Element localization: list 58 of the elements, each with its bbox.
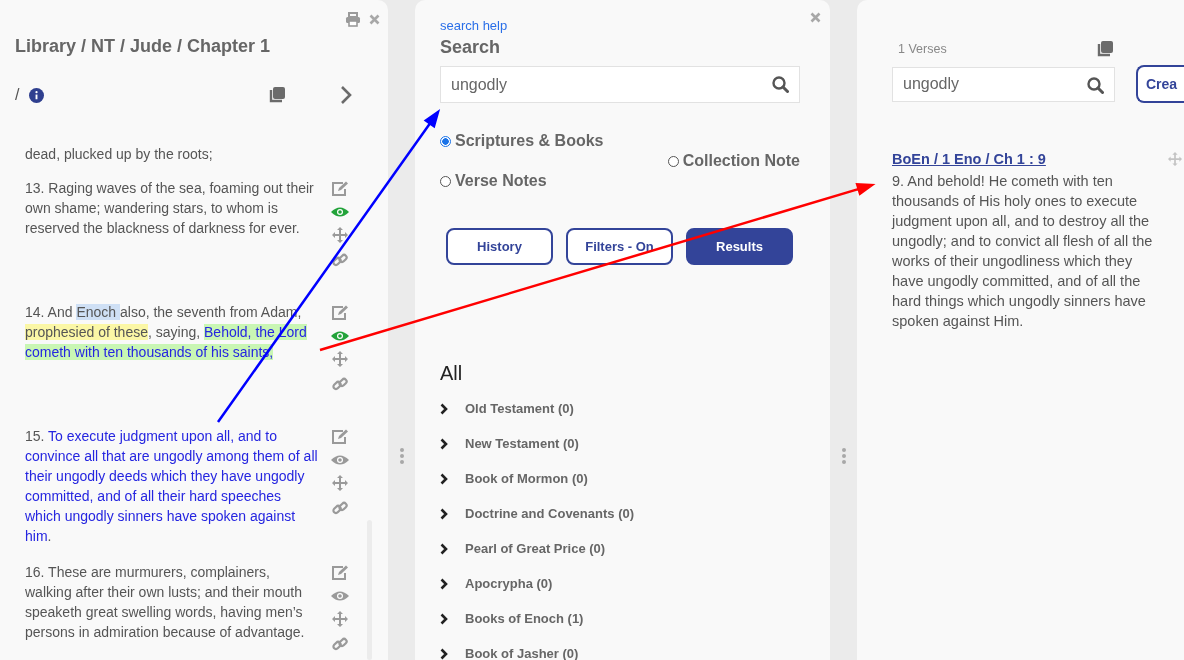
close-icon[interactable] [810, 12, 821, 23]
filter-field[interactable]: ungodly [893, 67, 1114, 101]
scope-radio[interactable]: Verse Notes [440, 171, 668, 191]
copy-icon[interactable] [1096, 40, 1114, 58]
chevron-icon[interactable] [440, 612, 448, 625]
verse-count: 1 Verses [897, 42, 947, 56]
tree-item[interactable]: Book of Jasher (0) [440, 636, 800, 660]
path-separator: / [15, 86, 20, 104]
view-tab[interactable]: Filters - On [566, 228, 673, 265]
copy-icon[interactable] [268, 86, 286, 104]
search-title: Search [440, 37, 502, 58]
tree-item[interactable]: Book of Mormon (0) [440, 461, 800, 496]
search-icon[interactable] [1087, 76, 1104, 94]
tree-item[interactable]: Old Testament (0) [440, 391, 800, 426]
view-tab[interactable]: History [446, 228, 553, 265]
tree-item[interactable]: Apocrypha (0) [440, 566, 800, 601]
search-icon[interactable] [772, 76, 789, 93]
breadcrumb: Library / NT / Jude / Chapter 1 [15, 36, 272, 57]
tree-item[interactable]: Doctrine and Covenants (0) [440, 496, 800, 531]
verse-text: dead, plucked up by the roots; [24, 145, 214, 164]
resize-handle[interactable] [399, 448, 404, 464]
chevron-icon[interactable] [440, 507, 448, 520]
scope-radio[interactable]: Scriptures & Books [440, 131, 668, 151]
chevron-icon[interactable] [440, 577, 448, 590]
verse-text: 13. Raging waves of the sea, foaming out their own shame; wandering stars, to whom is reserved the blackness of darkness for ever. [24, 179, 315, 238]
eye-icon[interactable] [331, 454, 350, 466]
eye-icon[interactable] [331, 590, 350, 602]
chevron-icon[interactable] [440, 437, 448, 450]
edit-icon[interactable] [331, 181, 350, 197]
chevron-icon[interactable] [440, 647, 448, 660]
verse-text: 15. To execute judgment upon all, and to convince all that are ungodly among them of all their ungodly deeds which they have ungodly committed, and of all their hard speeches which ungodly sinners have spoken against him. [24, 427, 319, 546]
tree-item[interactable]: Books of Enoch (1) [440, 601, 800, 636]
edit-icon[interactable] [331, 429, 350, 445]
create-button[interactable]: Crea [1136, 65, 1184, 103]
tree-item[interactable]: Pearl of Great Price (0) [440, 531, 800, 566]
view-tab[interactable]: Results [686, 228, 793, 265]
close-icon[interactable] [369, 14, 380, 25]
verse-text: 16. These are murmurers, complainers, walking after their own lusts; and their mouth speaketh great swelling words, having men’s persons in admiration because of advantage. [24, 563, 306, 642]
chevron-icon[interactable] [440, 402, 448, 415]
tree-heading: All [440, 362, 464, 385]
verse-reference-link[interactable]: BoEn / 1 Eno / Ch 1 : 9 [892, 151, 1046, 167]
verse-text: 9. And behold! He cometh with ten thousands of His holy ones to execute judgment upon all, and to destroy all the ungodly; and to convict all flesh of all the works of their ungodliness which they have ungodly committed, and of all the hard things which ungodly sinners have spoken against Him. [892, 172, 1154, 331]
link-icon[interactable] [332, 252, 349, 268]
print-icon[interactable] [345, 12, 361, 27]
search-field[interactable]: ungodly [441, 67, 799, 102]
tree-item[interactable]: New Testament (0) [440, 426, 800, 461]
eye-icon[interactable] [331, 206, 350, 218]
chevron-icon[interactable] [440, 542, 448, 555]
search-help-link[interactable]: search help [440, 18, 508, 33]
chevron-right-icon[interactable] [340, 85, 352, 105]
resize-handle[interactable] [841, 448, 846, 464]
edit-icon[interactable] [331, 565, 350, 581]
scope-radio[interactable]: Collection Note [667, 151, 800, 171]
info-icon[interactable] [29, 87, 45, 103]
eye-icon[interactable] [331, 330, 350, 342]
move-icon[interactable] [332, 227, 349, 243]
edit-icon[interactable] [331, 305, 350, 321]
chevron-icon[interactable] [440, 472, 448, 485]
